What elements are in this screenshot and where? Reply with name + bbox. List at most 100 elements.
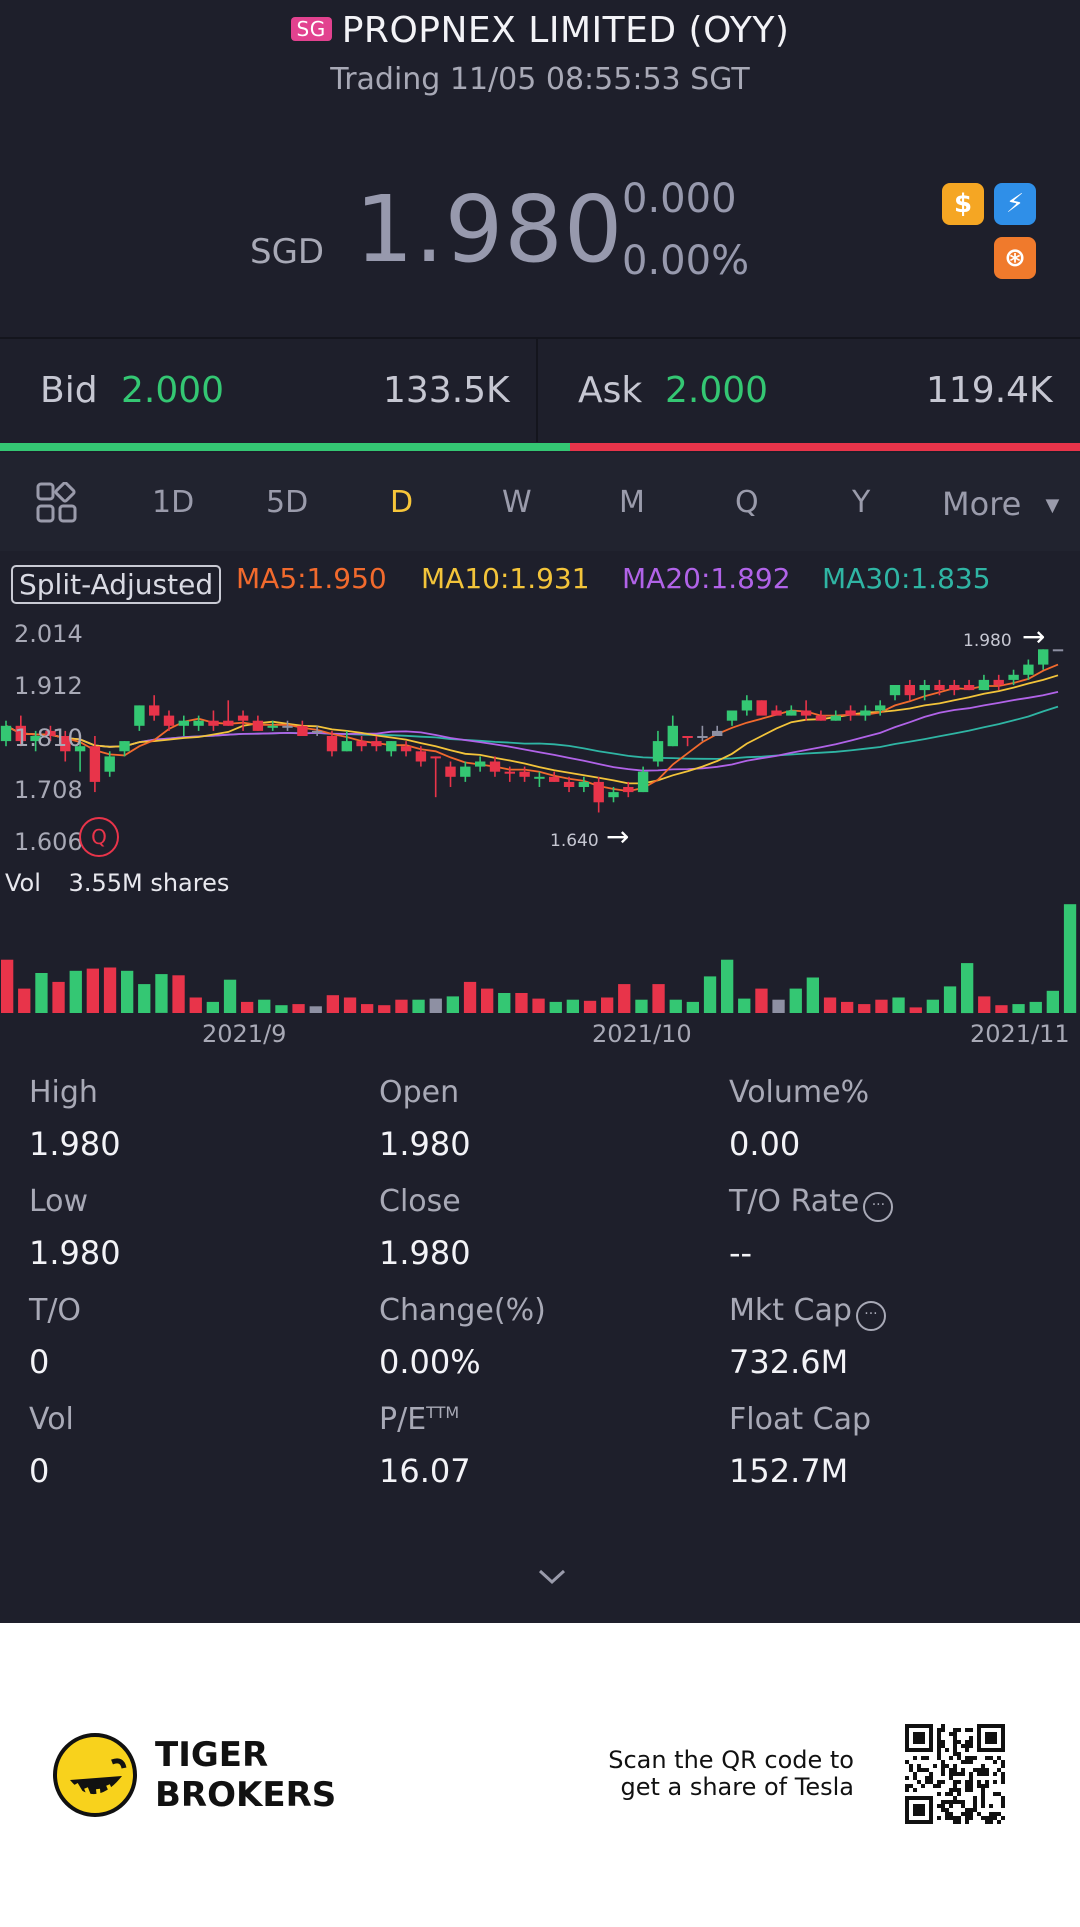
candle-body <box>563 781 575 787</box>
volume-bar <box>155 974 168 1013</box>
price-change: 0.000 <box>622 176 737 222</box>
tab-daily[interactable]: D <box>390 485 413 520</box>
margin-icon[interactable]: ⊛ <box>994 237 1036 279</box>
ma30-label: MA30:1.835 <box>822 562 991 595</box>
last-price: 1.980 <box>355 176 624 283</box>
grid-layout-icon[interactable] <box>36 481 78 528</box>
candle-body <box>326 736 338 752</box>
volume-bar <box>1063 904 1077 1013</box>
qr-code-icon[interactable] <box>905 1724 1005 1824</box>
info-icon[interactable]: ··· <box>855 1301 886 1331</box>
volume-bar <box>549 1001 562 1013</box>
candle-body <box>875 705 886 711</box>
stat-label-close: Close <box>379 1184 461 1219</box>
promo-line-2: get a share of Tesla <box>620 1773 854 1801</box>
candle-body <box>193 720 204 726</box>
tab-monthly[interactable]: M <box>619 485 645 520</box>
volume-bar <box>789 988 802 1013</box>
candle-body <box>667 725 678 747</box>
dollar-icon[interactable]: $ <box>942 183 984 225</box>
stat-label-vol: Vol <box>29 1402 74 1437</box>
candle-body <box>741 700 753 711</box>
stat-label-text: Volume% <box>729 1075 870 1110</box>
stat-label-text: Mkt Cap <box>729 1293 852 1328</box>
brand-line-2: BROKERS <box>155 1775 337 1815</box>
info-icon[interactable]: ··· <box>863 1192 894 1222</box>
volume-bar <box>686 1001 699 1013</box>
volume-bar <box>498 993 511 1013</box>
volume-bar <box>823 997 837 1013</box>
stat-value-t-o-rate: -- <box>729 1234 753 1272</box>
stock-title: SG PROPNEX LIMITED (OYY) <box>0 10 1080 51</box>
tab-quarterly[interactable]: Q <box>735 485 759 520</box>
candle-body <box>845 710 856 716</box>
low-price-marker: 1.640 <box>550 831 599 851</box>
volume-bar <box>395 999 408 1013</box>
candle-body <box>134 705 145 726</box>
candle-body <box>104 756 115 772</box>
volume-bar <box>412 999 425 1013</box>
candle-body <box>223 720 234 726</box>
candle-body <box>934 685 945 691</box>
tab-1d[interactable]: 1D <box>152 485 194 520</box>
brand-line-1: TIGER <box>155 1735 269 1775</box>
candle-body <box>519 771 530 777</box>
volume-bar <box>1046 990 1059 1013</box>
candle-body <box>697 736 708 738</box>
currency-label: SGD <box>250 232 325 272</box>
volume-bar <box>703 976 717 1013</box>
market-badge: SG <box>290 17 332 41</box>
volume-bar <box>806 977 819 1013</box>
stat-label-t-o-rate: T/O Rate ··· <box>729 1184 894 1222</box>
tab-5d[interactable]: 5D <box>266 485 308 520</box>
candle-body <box>430 756 441 759</box>
y-tick-label: 1.810 <box>14 724 83 752</box>
stat-value-volume: 0.00 <box>729 1125 801 1163</box>
candle-body <box>726 710 738 721</box>
volume-bar <box>566 999 579 1013</box>
candle-body <box>904 685 915 696</box>
volume-bar <box>326 995 339 1013</box>
volume-bar <box>481 988 494 1013</box>
candle-body <box>949 685 960 691</box>
more-dropdown[interactable]: More ▼ <box>942 485 1059 523</box>
volume-bar <box>755 988 768 1013</box>
volume-bar <box>635 999 648 1013</box>
tab-weekly[interactable]: W <box>502 485 532 520</box>
candlestick-chart[interactable] <box>0 600 1080 1040</box>
more-label: More <box>942 485 1022 523</box>
stat-label-text: P/E <box>379 1402 427 1437</box>
volume-bar <box>618 984 631 1013</box>
volume-bar <box>772 999 785 1013</box>
tab-yearly[interactable]: Y <box>852 485 870 520</box>
high-price-marker: 1.980 <box>963 631 1012 651</box>
expand-chevron-icon[interactable] <box>536 1567 568 1591</box>
volume-bar <box>721 959 734 1013</box>
volume-bar <box>378 1005 391 1013</box>
ma20-label: MA20:1.892 <box>622 562 791 595</box>
quote-q-icon[interactable]: Q <box>79 817 119 857</box>
split-adjusted-toggle[interactable]: Split-Adjusted <box>11 565 222 604</box>
ma10-label: MA10:1.931 <box>421 562 590 595</box>
candle-body <box>786 710 797 716</box>
stat-label-text: T/O Rate <box>729 1184 860 1219</box>
ma5-line <box>5 663 1059 793</box>
lightning-icon[interactable]: ⚡ <box>994 183 1036 225</box>
candle-body <box>341 741 352 752</box>
promo-footer: TIGER BROKERS Scan the QR code to get a … <box>0 1623 1080 1927</box>
volume-bar <box>892 997 905 1013</box>
price-change-pct: 0.00% <box>622 238 750 284</box>
volume-bar <box>121 970 134 1013</box>
volume-bar <box>223 979 237 1013</box>
volume-bar <box>292 1004 305 1013</box>
volume-bar <box>241 1001 254 1013</box>
volume-bar <box>86 968 99 1013</box>
candle-body <box>208 720 219 726</box>
candle-body <box>178 720 189 726</box>
x-tick-label: 2021/11 <box>970 1020 1070 1048</box>
arrow-right-icon: → <box>606 820 630 853</box>
y-tick-label: 2.014 <box>14 620 83 648</box>
volume-bar <box>361 1004 374 1013</box>
volume-bar <box>858 1004 871 1013</box>
divider <box>0 337 1080 339</box>
